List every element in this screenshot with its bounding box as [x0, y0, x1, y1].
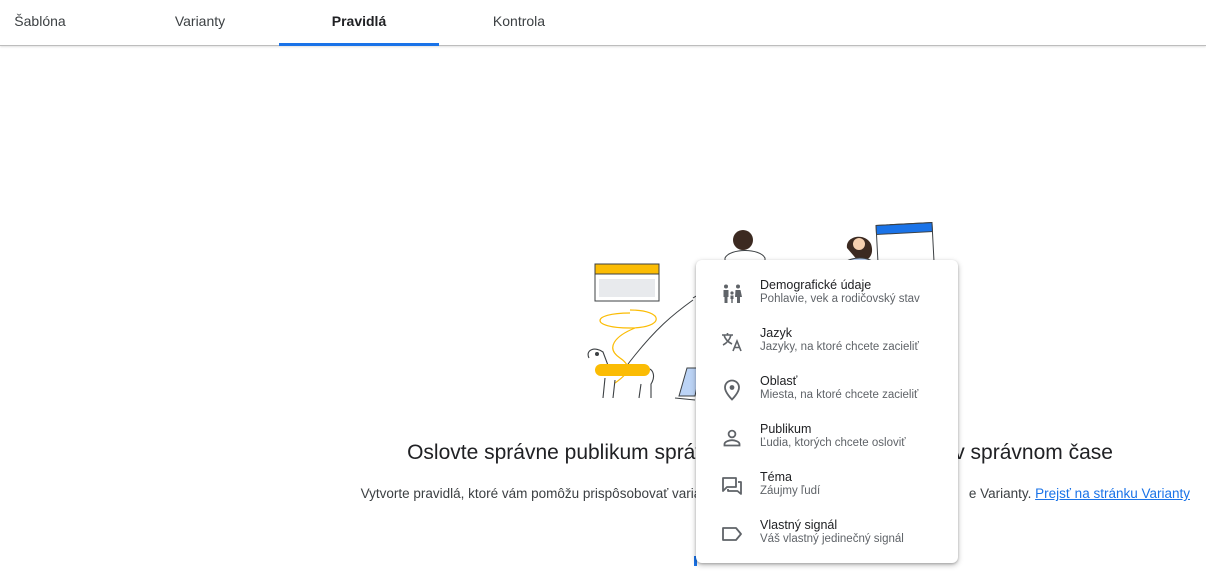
person-icon: [723, 429, 741, 447]
menu-item-audience[interactable]: Publikum Ľudia, ktorých chcete osloviť: [696, 416, 958, 464]
headline-end: m v správnom čase: [930, 441, 1113, 464]
tab-sablona[interactable]: Šablóna: [0, 0, 80, 45]
menu-item-title: Téma: [760, 470, 792, 484]
location-pin-icon: [724, 379, 740, 401]
family-icon: [723, 284, 742, 303]
menu-item-location[interactable]: Oblasť Miesta, na ktoré chcete zacieliť: [696, 368, 958, 416]
menu-item-description: Váš vlastný jedinečný signál: [760, 533, 904, 545]
window-card-blue-icon: [875, 222, 935, 264]
menu-item-description: Ľudia, ktorých chcete osloviť: [760, 437, 906, 449]
headline-start: Oslovte správne publikum správ: [407, 441, 706, 464]
tab-label: Varianty: [174, 13, 226, 29]
menu-item-topic[interactable]: Téma Záujmy ľudí: [696, 464, 958, 512]
tab-bar: Šablóna Varianty Pravidlá Kontrola: [0, 0, 1206, 46]
tab-label: Šablóna: [14, 13, 66, 29]
tab-pravidla[interactable]: Pravidlá: [279, 0, 439, 46]
menu-item-title: Vlastný signál: [760, 518, 838, 532]
menu-item-description: Jazyky, na ktoré chcete zacieliť: [760, 341, 919, 353]
menu-item-language[interactable]: Jazyk Jazyky, na ktoré chcete zacieliť: [696, 320, 958, 368]
forum-icon: [722, 477, 742, 495]
menu-item-title: Publikum: [760, 422, 812, 436]
menu-item-title: Jazyk: [760, 326, 792, 340]
go-to-variants-link[interactable]: Prejsť na stránku Varianty: [1035, 486, 1190, 501]
window-card-yellow-icon: [594, 263, 660, 302]
menu-item-title: Oblasť: [760, 374, 798, 388]
subtext-start: Vytvorte pravidlá, ktoré vám pomôžu pris…: [360, 486, 709, 501]
label-icon: [722, 527, 742, 541]
subtext-end: e Varianty.: [968, 486, 1032, 501]
tab-varianty[interactable]: Varianty: [120, 0, 280, 45]
rule-type-menu: Demografické údaje Pohlavie, vek a rodič…: [696, 260, 958, 563]
active-tab-indicator: [279, 43, 439, 46]
tab-label: Pravidlá: [331, 13, 387, 29]
tab-kontrola[interactable]: Kontrola: [439, 0, 599, 45]
translate-icon: [722, 333, 742, 352]
menu-item-demographics[interactable]: Demografické údaje Pohlavie, vek a rodič…: [696, 272, 958, 320]
menu-item-description: Záujmy ľudí: [760, 485, 821, 497]
menu-item-description: Pohlavie, vek a rodičovský stav: [760, 293, 920, 305]
menu-item-description: Miesta, na ktoré chcete zacieliť: [760, 389, 919, 401]
tab-label: Kontrola: [492, 13, 546, 29]
menu-item-custom-signal[interactable]: Vlastný signál Váš vlastný jedinečný sig…: [696, 512, 958, 560]
dog-icon: [587, 348, 655, 399]
menu-item-title: Demografické údaje: [760, 278, 872, 292]
